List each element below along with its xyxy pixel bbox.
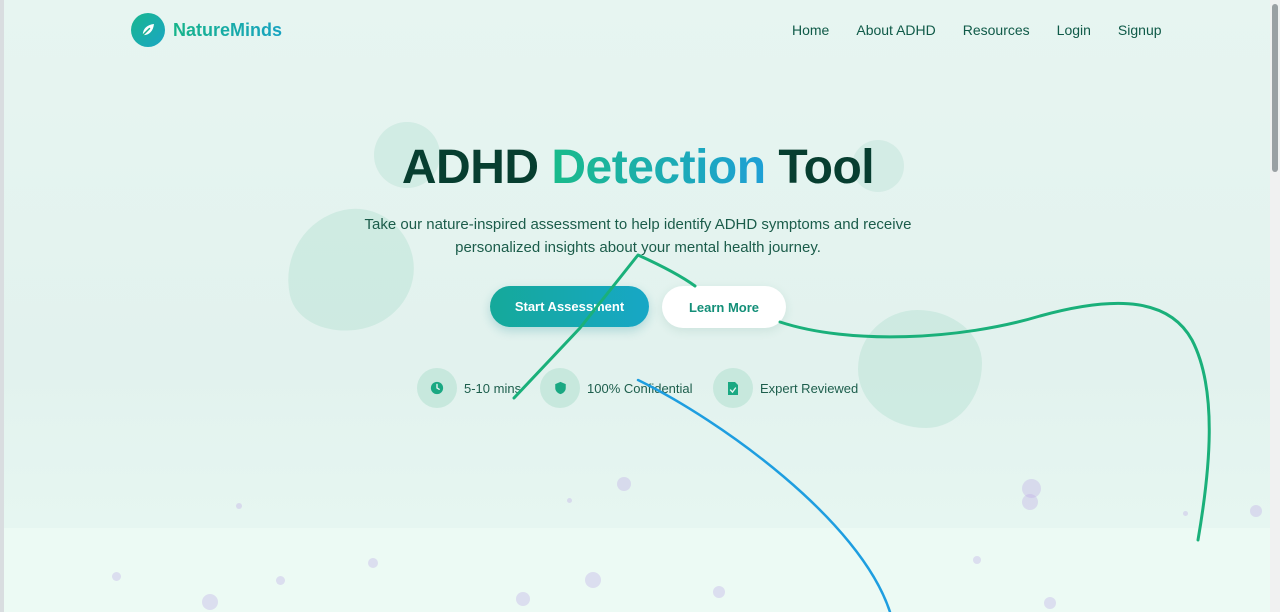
feature-label: Expert Reviewed: [760, 380, 859, 396]
hero-subtitle: Take our nature-inspired assessment to h…: [340, 213, 936, 259]
feature-expert-reviewed: Expert Reviewed: [713, 368, 858, 408]
decorative-particle: [973, 556, 981, 564]
hero-title-part: Tool: [778, 141, 875, 194]
decorative-particle: [713, 586, 725, 598]
nav-link-home[interactable]: Home: [792, 22, 829, 38]
feature-confidential: 100% Confidential: [540, 368, 693, 408]
leaf-icon: [131, 13, 165, 47]
lower-section: [4, 528, 1270, 612]
document-check-icon: [713, 368, 753, 408]
nav-link-login[interactable]: Login: [1057, 22, 1091, 38]
decorative-particle: [617, 477, 631, 491]
decorative-particle: [202, 594, 218, 610]
hero-title: ADHD Detection Tool: [0, 140, 1276, 195]
shield-icon: [540, 368, 580, 408]
decorative-particle: [236, 503, 242, 509]
nav-link-about-adhd[interactable]: About ADHD: [856, 22, 935, 38]
hero-title-accent: Detection: [551, 141, 766, 194]
learn-more-button[interactable]: Learn More: [662, 286, 786, 328]
feature-duration: 5-10 mins: [417, 368, 521, 408]
decorative-particle: [112, 572, 121, 581]
nav-menu: Home About ADHD Resources Login Signup: [792, 22, 1162, 38]
decorative-particle: [567, 498, 572, 503]
feature-label: 100% Confidential: [587, 380, 693, 396]
decorative-particle: [1183, 511, 1188, 516]
hero-subtitle-line: personalized insights about your mental …: [455, 239, 821, 256]
brand-name: NatureMinds: [173, 19, 283, 40]
brand-logo[interactable]: NatureMinds: [131, 13, 282, 47]
decorative-blob: [858, 310, 982, 428]
decorative-particle: [585, 572, 601, 588]
clock-icon: [417, 368, 457, 408]
nav-link-signup[interactable]: Signup: [1118, 22, 1162, 38]
decorative-particle: [1044, 597, 1056, 609]
feature-label: 5-10 mins: [464, 380, 522, 396]
decorative-particle: [368, 558, 378, 568]
decorative-particle: [1250, 505, 1262, 517]
vertical-scrollbar[interactable]: [1270, 0, 1280, 612]
top-navbar: NatureMinds Home About ADHD Resources Lo…: [4, 0, 1270, 62]
hero-subtitle-line: Take our nature-inspired assessment to h…: [364, 216, 912, 233]
hero-title-part: ADHD: [401, 141, 539, 194]
decorative-particle: [276, 576, 285, 585]
decorative-particle: [1022, 494, 1038, 510]
decorative-particle: [516, 592, 530, 606]
nav-link-resources[interactable]: Resources: [963, 22, 1030, 38]
start-assessment-button[interactable]: Start Assessment: [490, 286, 649, 327]
scrollbar-thumb[interactable]: [1272, 4, 1278, 172]
